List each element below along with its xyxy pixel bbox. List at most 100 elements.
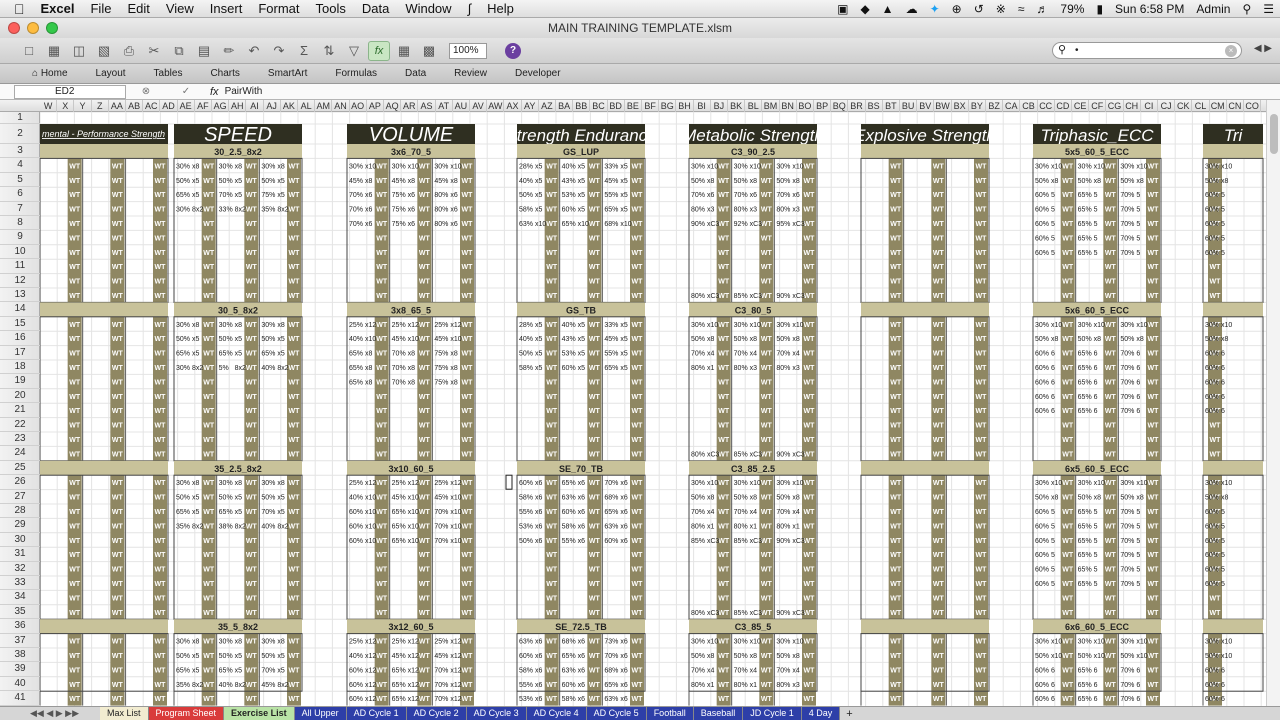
sheet-tab[interactable]: JD Cycle 1 — [743, 707, 802, 720]
cancel-formula-icon[interactable]: ⊗ — [142, 86, 150, 97]
scroll-thumb[interactable] — [1270, 114, 1278, 154]
cloud-icon[interactable]: ☁ — [906, 2, 918, 16]
row-header[interactable]: 3 — [0, 144, 40, 159]
vertical-scrollbar[interactable] — [1266, 100, 1280, 706]
column-header[interactable]: CH — [1124, 100, 1141, 112]
column-header[interactable]: AX — [504, 100, 522, 112]
menu-edit[interactable]: Edit — [127, 1, 149, 16]
volume-icon[interactable]: ♬ — [1036, 2, 1048, 16]
ribbon-tab-review[interactable]: Review — [440, 68, 501, 79]
row-header[interactable]: 10 — [0, 245, 40, 260]
row-header[interactable]: 4 — [0, 158, 40, 173]
row-header[interactable]: 15 — [0, 317, 40, 332]
sheet-tab[interactable]: All Upper — [294, 707, 347, 720]
ribbon-tab-formulas[interactable]: Formulas — [321, 68, 391, 79]
ribbon-tab-charts[interactable]: Charts — [196, 68, 253, 79]
sheet-tab[interactable]: 4 Day — [801, 707, 841, 720]
row-header[interactable]: 8 — [0, 216, 40, 231]
row-header[interactable]: 22 — [0, 418, 40, 432]
row-header[interactable]: 25 — [0, 461, 40, 476]
new-icon[interactable]: □ — [18, 41, 40, 61]
column-header[interactable]: BA — [556, 100, 574, 112]
column-header[interactable]: AF — [195, 100, 212, 112]
filter-icon[interactable]: ▽ — [343, 41, 365, 61]
app-menu[interactable]: Excel — [41, 1, 75, 16]
column-header[interactable]: AT — [436, 100, 453, 112]
sheet-tab[interactable]: Max List — [100, 707, 149, 720]
column-header[interactable]: BK — [728, 100, 746, 112]
sheet-tab[interactable]: AD Cycle 3 — [466, 707, 527, 720]
sheet-tab[interactable]: AD Cycle 1 — [346, 707, 407, 720]
spotlight-icon[interactable]: ⚲ — [1242, 2, 1251, 16]
accept-formula-icon[interactable]: ✓ — [182, 86, 190, 97]
column-header[interactable]: CL — [1192, 100, 1210, 112]
menu-help[interactable]: Help — [487, 1, 514, 16]
row-header[interactable]: 40 — [0, 677, 40, 692]
ribbon-tab-layout[interactable]: Layout — [82, 68, 140, 79]
row-header[interactable]: 38 — [0, 648, 40, 663]
column-header[interactable]: AA — [109, 100, 126, 112]
column-header[interactable]: BY — [969, 100, 986, 112]
row-header[interactable]: 14 — [0, 302, 40, 317]
dropbox-icon[interactable]: ◆ — [860, 2, 869, 16]
column-header[interactable]: BL — [745, 100, 763, 112]
column-header[interactable]: BJ — [711, 100, 728, 112]
column-header[interactable]: W — [40, 100, 58, 112]
clock[interactable]: Sun 6:58 PM — [1115, 2, 1184, 16]
ribbon-tab-developer[interactable]: Developer — [501, 68, 575, 79]
column-header[interactable]: Z — [92, 100, 109, 112]
row-header[interactable]: 11 — [0, 259, 40, 274]
row-header[interactable]: 35 — [0, 605, 40, 620]
row-header[interactable]: 16 — [0, 331, 40, 346]
sheet-tab[interactable]: AD Cycle 2 — [406, 707, 467, 720]
menu-data[interactable]: Data — [362, 1, 389, 16]
row-header[interactable]: 31 — [0, 547, 40, 562]
menu-insert[interactable]: Insert — [210, 1, 243, 16]
row-header[interactable]: 23 — [0, 432, 40, 447]
column-header[interactable]: BP — [814, 100, 832, 112]
clear-search-icon[interactable]: × — [1225, 45, 1237, 57]
row-header[interactable]: 19 — [0, 374, 40, 389]
column-header[interactable]: BC — [590, 100, 608, 112]
twitter-icon[interactable]: ✦ — [930, 2, 940, 16]
column-header[interactable]: CC — [1038, 100, 1055, 112]
ribbon-tab-home[interactable]: ⌂ Home — [26, 68, 82, 79]
paste-icon[interactable]: ▤ — [193, 41, 215, 61]
sync-icon[interactable]: ⊕ — [952, 2, 962, 16]
menu-window[interactable]: Window — [405, 1, 451, 16]
row-header[interactable]: 1 — [0, 112, 40, 124]
row-header[interactable]: 27 — [0, 490, 40, 504]
menu-view[interactable]: View — [166, 1, 194, 16]
column-header[interactable]: BQ — [831, 100, 849, 112]
column-header[interactable]: CJ — [1158, 100, 1176, 112]
row-header[interactable]: 6 — [0, 187, 40, 202]
column-header[interactable]: BG — [659, 100, 677, 112]
column-header[interactable]: AZ — [539, 100, 556, 112]
user-menu[interactable]: Admin — [1196, 2, 1230, 16]
column-header[interactable]: CG — [1106, 100, 1124, 112]
column-header[interactable]: AW — [487, 100, 505, 112]
sheet-tab[interactable]: AD Cycle 4 — [526, 707, 587, 720]
column-header[interactable]: BH — [676, 100, 694, 112]
row-header[interactable]: 39 — [0, 662, 40, 677]
column-header[interactable]: BB — [573, 100, 591, 112]
row-header[interactable]: 37 — [0, 634, 40, 648]
column-header[interactable]: BO — [797, 100, 814, 112]
row-header[interactable]: 9 — [0, 230, 40, 245]
format-painter-icon[interactable]: ✏ — [218, 41, 240, 61]
script-menu-icon[interactable]: ∫ — [468, 1, 472, 16]
column-header[interactable]: AO — [350, 100, 367, 112]
sheet-tab[interactable]: Exercise List — [224, 707, 295, 720]
column-header[interactable]: CM — [1210, 100, 1227, 112]
column-header[interactable]: CN — [1227, 100, 1244, 112]
ribbon-tab-smartart[interactable]: SmartArt — [254, 68, 321, 79]
row-header[interactable]: 13 — [0, 288, 40, 303]
column-header[interactable]: AH — [229, 100, 247, 112]
column-header[interactable]: AM — [315, 100, 333, 112]
column-header[interactable]: CA — [1003, 100, 1021, 112]
column-header[interactable]: BX — [952, 100, 969, 112]
ribbon-tab-data[interactable]: Data — [391, 68, 440, 79]
add-sheet-icon[interactable]: + — [840, 708, 858, 720]
formula-value[interactable]: PairWith — [225, 86, 263, 97]
drive-icon[interactable]: ▲ — [882, 2, 894, 16]
